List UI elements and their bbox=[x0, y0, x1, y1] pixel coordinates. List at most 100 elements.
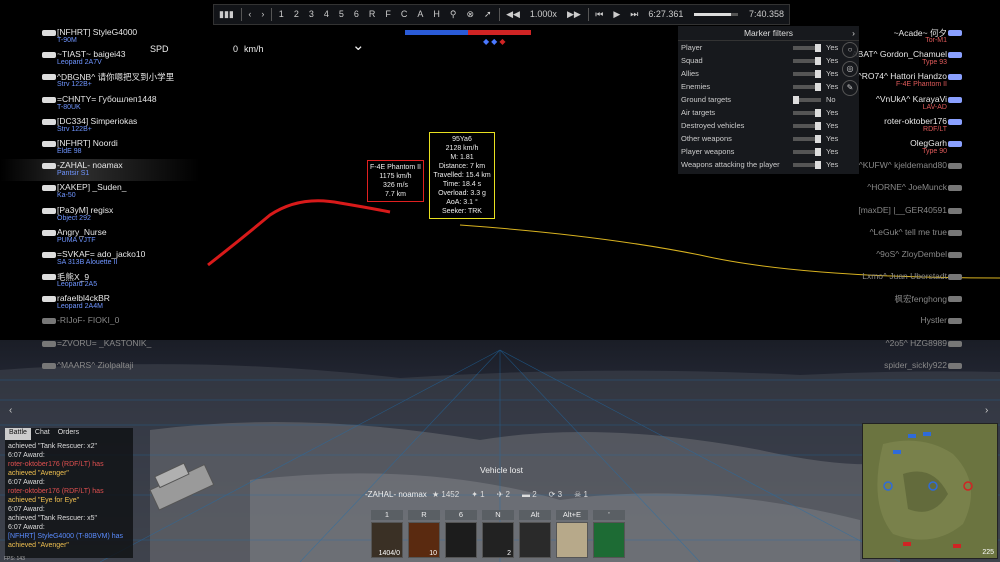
marker-filter-row[interactable]: Allies Yes bbox=[678, 67, 859, 80]
radar-icon[interactable]: 2 bbox=[482, 522, 514, 558]
ally-player-row[interactable]: rafaelbl4ckBR Leopard 2A4M bbox=[0, 292, 200, 314]
ally-player-row[interactable]: [NFHRT] StyleG4000 T-90M bbox=[0, 26, 200, 48]
next-button[interactable]: › bbox=[256, 5, 269, 24]
weapon-slot[interactable]: R 10 bbox=[408, 510, 440, 558]
slider-knob[interactable] bbox=[815, 82, 821, 91]
marker-filter-slider[interactable] bbox=[793, 147, 821, 156]
replay-progress-bar[interactable] bbox=[694, 13, 738, 16]
tab-battle[interactable]: Battle bbox=[5, 428, 31, 440]
ally-player-row[interactable]: =ZVORU= _KASTONIK_ bbox=[0, 337, 200, 359]
ally-player-row[interactable]: -ZAHAL- noamax Pantsir S1 bbox=[0, 159, 200, 182]
marker-filter-slider[interactable] bbox=[793, 134, 821, 143]
slider-knob[interactable] bbox=[815, 160, 821, 169]
enemy-player-row[interactable]: ^LeGuk^ tell me true bbox=[810, 226, 1000, 248]
smoke-icon[interactable] bbox=[445, 522, 477, 558]
marker-filter-slider[interactable] bbox=[793, 43, 821, 52]
slider-knob[interactable] bbox=[793, 95, 799, 104]
pen-tool-icon[interactable]: ✎ bbox=[842, 80, 858, 96]
skip-back-icon[interactable]: ⏮ bbox=[590, 5, 608, 24]
tab-orders[interactable]: Orders bbox=[54, 428, 83, 440]
camera-h-button[interactable]: H bbox=[428, 5, 445, 24]
ally-player-row[interactable]: [XAKEP] _Suden_ Ka-50 bbox=[0, 181, 200, 203]
weapon-slot[interactable]: 1 1404/0 bbox=[371, 510, 403, 558]
marker-filter-row[interactable]: Enemies Yes bbox=[678, 80, 859, 93]
marker-filter-row[interactable]: Player weapons Yes bbox=[678, 145, 859, 158]
weapon-slot[interactable]: 6 bbox=[445, 510, 477, 558]
target-lock-icon[interactable] bbox=[519, 522, 551, 558]
slider-knob[interactable] bbox=[815, 69, 821, 78]
enemy-player-row[interactable]: ^9oS^ ZloyDembel bbox=[810, 248, 1000, 270]
camera-1-button[interactable]: 1 bbox=[274, 5, 289, 24]
camera-f-button[interactable]: F bbox=[380, 5, 396, 24]
camera-c-button[interactable]: C bbox=[396, 5, 413, 24]
chevron-right-icon[interactable]: › bbox=[852, 26, 855, 40]
ally-player-row[interactable]: ^DBGNB^ 请你嗯把叉到小学里 Strv 122B+ bbox=[0, 70, 200, 92]
flare-icon[interactable]: 10 bbox=[408, 522, 440, 558]
marker-filter-row[interactable]: Weapons attacking the player Yes bbox=[678, 158, 859, 171]
play-icon[interactable]: ▶ bbox=[608, 5, 625, 24]
marker-filter-slider[interactable] bbox=[793, 95, 821, 104]
slider-knob[interactable] bbox=[815, 134, 821, 143]
marker-filter-slider[interactable] bbox=[793, 108, 821, 117]
ally-player-row[interactable]: [DC334] Simperiokas Strv 122B+ bbox=[0, 115, 200, 137]
minimap[interactable]: 225 bbox=[862, 423, 998, 559]
ally-player-row[interactable]: [NFHRT] Noordi EldE 98 bbox=[0, 137, 200, 159]
camera-r-button[interactable]: R bbox=[364, 5, 381, 24]
speed-up-icon[interactable]: ▶▶ bbox=[562, 5, 586, 24]
prev-button[interactable]: ‹ bbox=[243, 5, 256, 24]
globe-tool-icon[interactable]: ◎ bbox=[842, 61, 858, 77]
tab-chat[interactable]: Chat bbox=[31, 428, 54, 440]
ammo-icon[interactable]: 1404/0 bbox=[371, 522, 403, 558]
chevron-down-icon[interactable]: ⌄ bbox=[352, 36, 365, 54]
weapon-slot[interactable]: Alt+E bbox=[556, 510, 588, 558]
ally-player-row[interactable]: -RIJoF- FIOKI_0 bbox=[0, 314, 200, 336]
marker-filter-slider[interactable] bbox=[793, 69, 821, 78]
camera-6-button[interactable]: 6 bbox=[349, 5, 364, 24]
crate-icon[interactable] bbox=[556, 522, 588, 558]
weapon-slot[interactable]: Alt bbox=[519, 510, 551, 558]
cross-circle-icon[interactable]: ⊗ bbox=[462, 5, 480, 24]
chevron-left-icon[interactable]: ‹ bbox=[9, 405, 12, 416]
marker-filter-row[interactable]: Destroyed vehicles Yes bbox=[678, 119, 859, 132]
ally-player-row[interactable]: =SVKAF= ado_jacko10 SA 313B Alouette II bbox=[0, 248, 200, 270]
camera-3-button[interactable]: 3 bbox=[304, 5, 319, 24]
weapon-slot[interactable]: ' bbox=[593, 510, 625, 558]
enemy-player-row[interactable]: Hystler bbox=[810, 314, 1000, 336]
camera-5-button[interactable]: 5 bbox=[334, 5, 349, 24]
camera-4-button[interactable]: 4 bbox=[319, 5, 334, 24]
slider-knob[interactable] bbox=[815, 108, 821, 117]
marker-filter-row[interactable]: Ground targets No bbox=[678, 93, 859, 106]
enemy-player-row[interactable]: 枫宏fenghong bbox=[810, 292, 1000, 314]
replay-hud-toggle-icon[interactable]: ▮▮▮ bbox=[214, 5, 239, 24]
marker-filter-row[interactable]: Player Yes bbox=[678, 41, 859, 54]
speed-down-icon[interactable]: ◀◀ bbox=[501, 5, 525, 24]
slider-knob[interactable] bbox=[815, 121, 821, 130]
marker-filter-slider[interactable] bbox=[793, 56, 821, 65]
enemy-player-row[interactable]: ^HORNE^ JoeMunck bbox=[810, 181, 1000, 203]
weapon-slot[interactable]: N 2 bbox=[482, 510, 514, 558]
chevron-right-icon[interactable]: › bbox=[985, 405, 988, 416]
ally-player-row[interactable]: 毛熊X_9 Leopard 2A5 bbox=[0, 270, 200, 292]
enemy-player-row[interactable]: ^2o5^ HZG8989 bbox=[810, 337, 1000, 359]
marker-filter-slider[interactable] bbox=[793, 160, 821, 169]
ally-player-row[interactable]: =CHNTY= Губошлеп1448 T-80UK bbox=[0, 93, 200, 115]
slider-knob[interactable] bbox=[815, 56, 821, 65]
slider-knob[interactable] bbox=[815, 43, 821, 52]
ally-player-row[interactable]: ^MAARS^ Ziolpaltaji bbox=[0, 359, 200, 381]
circle-tool-icon[interactable]: ○ bbox=[842, 42, 858, 58]
ally-player-row[interactable]: [Pa3yM] regisx Object 292 bbox=[0, 204, 200, 226]
radar-scope-icon[interactable] bbox=[593, 522, 625, 558]
cursor-icon[interactable]: ➚ bbox=[479, 5, 497, 24]
marker-filter-slider[interactable] bbox=[793, 121, 821, 130]
enemy-player-row[interactable]: [maxDE] |__GER40591 bbox=[810, 204, 1000, 226]
enemy-player-row[interactable]: spider_sickly922 bbox=[810, 359, 1000, 381]
ally-player-row[interactable]: Angry_Nurse PUMA VJTF bbox=[0, 226, 200, 248]
marker-pin-icon[interactable]: ⚲ bbox=[445, 5, 462, 24]
ally-player-row[interactable]: ~TIAST~ baigei43 Leopard 2A7V bbox=[0, 48, 200, 70]
camera-2-button[interactable]: 2 bbox=[289, 5, 304, 24]
marker-filter-slider[interactable] bbox=[793, 82, 821, 91]
marker-filter-row[interactable]: Air targets Yes bbox=[678, 106, 859, 119]
slider-knob[interactable] bbox=[815, 147, 821, 156]
skip-forward-icon[interactable]: ⏭ bbox=[625, 5, 643, 24]
marker-filter-row[interactable]: Other weapons Yes bbox=[678, 132, 859, 145]
